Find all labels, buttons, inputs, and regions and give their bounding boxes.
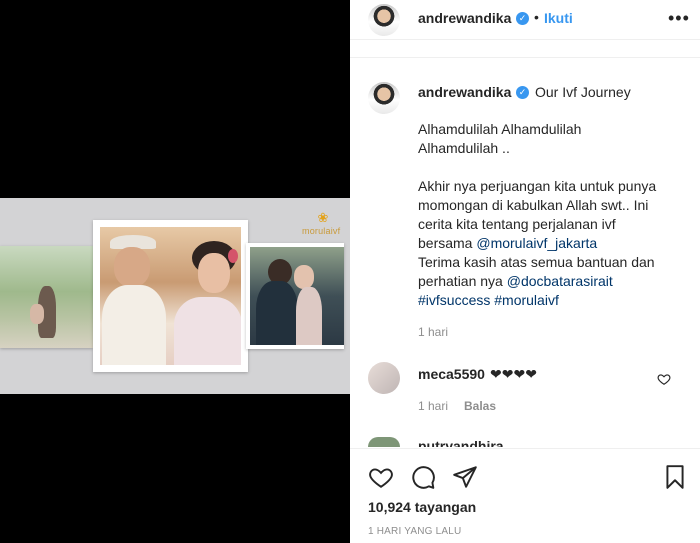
caption-line: perhatian nya @docbatarasirait bbox=[418, 272, 690, 291]
save-bookmark-icon[interactable] bbox=[662, 464, 688, 490]
separator-dot: • bbox=[534, 9, 539, 25]
comment-username[interactable]: meca5590 bbox=[418, 366, 485, 382]
mention-docbatarasirait[interactable]: @docbatarasirait bbox=[507, 273, 613, 289]
comment-time: 1 hari bbox=[418, 399, 449, 413]
caption-line: Alhamdulilah Alhamdulilah bbox=[418, 121, 582, 137]
caption-text: bersama bbox=[418, 235, 477, 251]
like-heart-icon[interactable] bbox=[368, 464, 394, 490]
follow-button[interactable]: Ikuti bbox=[544, 10, 573, 26]
caption-body: Alhamdulilah Alhamdulilah Alhamdulilah .… bbox=[418, 120, 690, 310]
verified-badge-icon: ✓ bbox=[516, 12, 529, 25]
view-count[interactable]: 10,924 tayangan bbox=[368, 499, 476, 515]
author-username[interactable]: andrewandika bbox=[418, 10, 511, 26]
commenter-avatar[interactable] bbox=[368, 437, 400, 447]
photo-left bbox=[0, 246, 93, 348]
author-avatar[interactable] bbox=[368, 4, 400, 36]
share-send-icon[interactable] bbox=[452, 464, 478, 490]
comment-text: ❤❤❤❤ bbox=[490, 366, 537, 382]
comment-bubble-icon[interactable] bbox=[410, 464, 436, 490]
header-divider bbox=[350, 57, 700, 58]
like-comment-heart-icon[interactable] bbox=[657, 372, 671, 386]
caption-time: 1 hari bbox=[418, 325, 449, 339]
caption-line: momongan di kabulkan Allah swt.. Ini bbox=[418, 197, 649, 213]
caption-avatar[interactable] bbox=[368, 82, 400, 114]
comment-username[interactable]: putryandhira bbox=[418, 437, 504, 447]
caption-line: bersama @morulaivf_jakarta bbox=[418, 234, 690, 253]
hashtags[interactable]: #ivfsuccess #morulaivf bbox=[418, 291, 690, 310]
post-media[interactable]: ❀ morulaivf bbox=[0, 0, 350, 543]
post-sidebar: andrewandika ✓ • Ikuti ••• andrewandika … bbox=[350, 0, 700, 543]
photo-right bbox=[246, 243, 344, 349]
photo-center bbox=[93, 220, 248, 372]
more-options-icon[interactable]: ••• bbox=[668, 8, 690, 29]
caption-line: Alhamdulilah .. bbox=[418, 140, 510, 156]
brand-logo-text: morulaivf bbox=[302, 226, 341, 236]
post-timestamp: 1 HARI YANG LALU bbox=[368, 526, 462, 537]
commenter-avatar[interactable] bbox=[368, 362, 400, 394]
morula-logo-icon: ❀ bbox=[317, 210, 329, 225]
caption-title: Our Ivf Journey bbox=[535, 84, 631, 100]
caption-verified-icon: ✓ bbox=[516, 86, 529, 99]
caption-line: Akhir nya perjuangan kita untuk punya bbox=[418, 178, 657, 194]
caption-line: cerita kita tentang perjalanan ivf bbox=[418, 216, 616, 232]
caption-username[interactable]: andrewandika bbox=[418, 84, 511, 100]
caption-line: Terima kasih atas semua bantuan dan bbox=[418, 254, 655, 270]
caption-text: perhatian nya bbox=[418, 273, 507, 289]
mention-morulaivf-jakarta[interactable]: @morulaivf_jakarta bbox=[476, 235, 597, 251]
reply-button[interactable]: Balas bbox=[464, 399, 496, 413]
